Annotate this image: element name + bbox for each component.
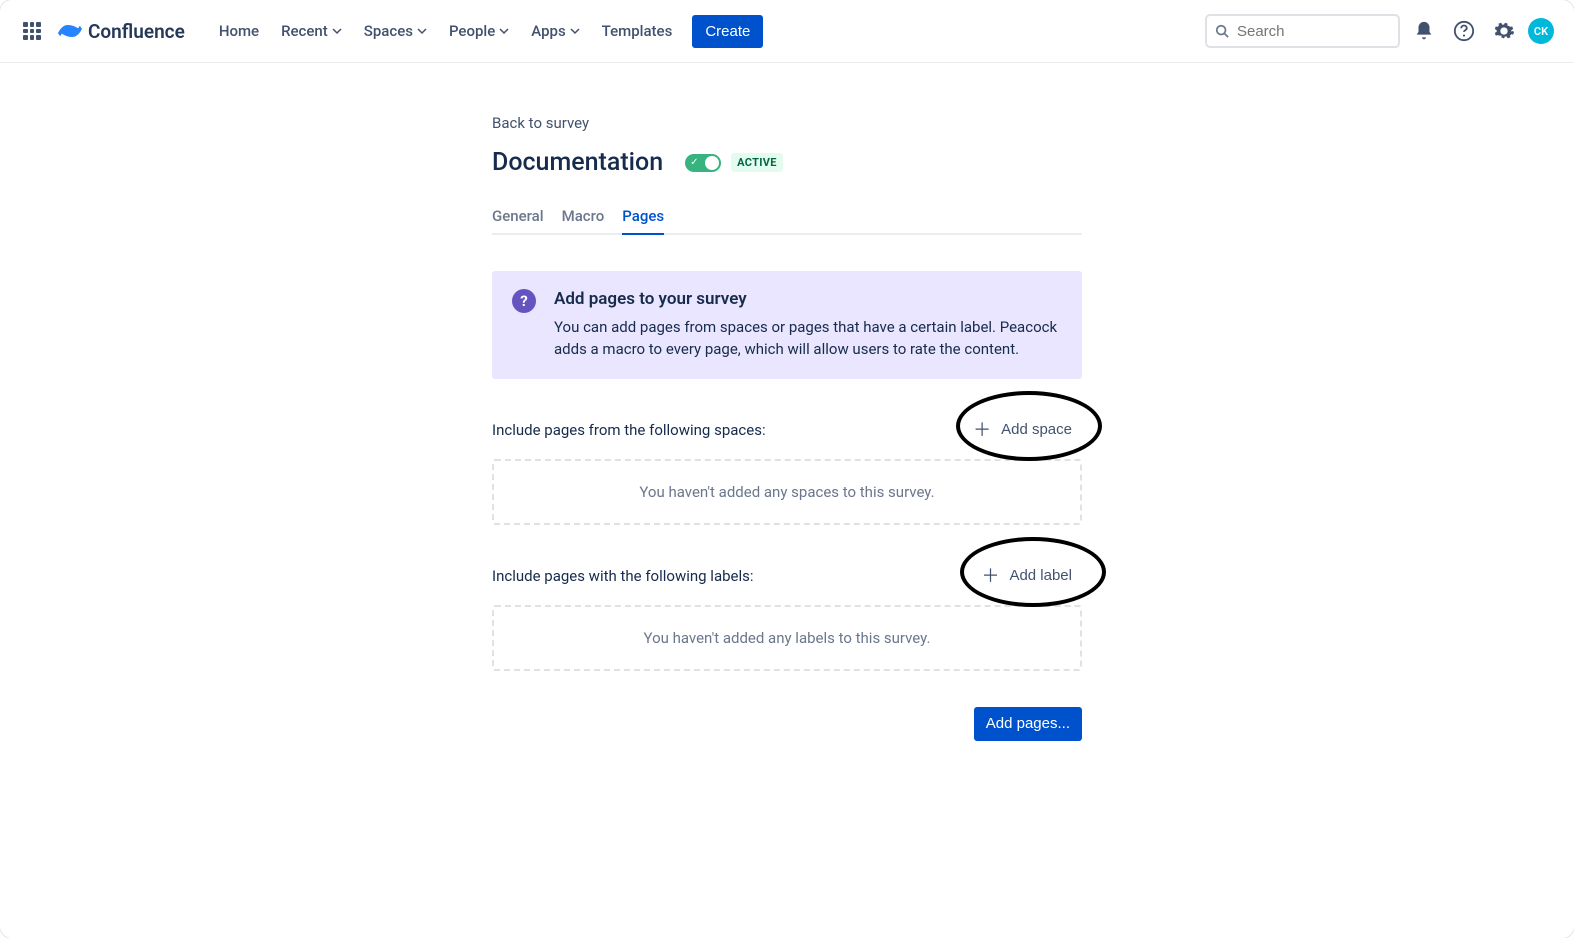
- spaces-empty: You haven't added any spaces to this sur…: [492, 459, 1082, 525]
- spaces-label: Include pages from the following spaces:: [492, 421, 766, 439]
- tab-general[interactable]: General: [492, 207, 544, 235]
- app-switcher-icon: [23, 22, 41, 40]
- tab-pages[interactable]: Pages: [622, 207, 664, 235]
- main-content: Back to survey Documentation ✓ ACTIVE Ge…: [492, 113, 1082, 741]
- info-body: You can add pages from spaces or pages t…: [554, 317, 1062, 361]
- status-badge: ACTIVE: [731, 153, 783, 172]
- check-icon: ✓: [690, 158, 698, 168]
- help-button[interactable]: [1448, 15, 1480, 47]
- bell-icon: [1413, 20, 1435, 42]
- info-content: Add pages to your survey You can add pag…: [554, 289, 1062, 361]
- labels-empty: You haven't added any labels to this sur…: [492, 605, 1082, 671]
- page-title: Documentation: [492, 148, 663, 177]
- add-space-label: Add space: [1001, 421, 1072, 438]
- avatar[interactable]: CK: [1528, 18, 1554, 44]
- plus-icon: ＋: [973, 421, 991, 439]
- confluence-icon: [58, 19, 82, 43]
- tab-macro[interactable]: Macro: [562, 207, 605, 235]
- search-input[interactable]: [1237, 23, 1390, 40]
- toggle-knob: [705, 156, 719, 170]
- labels-section: Include pages with the following labels:…: [492, 561, 1082, 671]
- topnav-left: Confluence Home Recent Spaces People App…: [16, 15, 763, 48]
- search-icon: [1215, 23, 1229, 39]
- notifications-button[interactable]: [1408, 15, 1440, 47]
- labels-header: Include pages with the following labels:…: [492, 561, 1082, 591]
- add-label-label: Add label: [1009, 567, 1072, 584]
- create-button[interactable]: Create: [692, 15, 763, 48]
- question-icon: ?: [512, 289, 536, 313]
- nav-items: Home Recent Spaces People Apps Templates…: [209, 15, 764, 48]
- topnav-right: CK: [1205, 14, 1554, 48]
- product-name: Confluence: [88, 20, 185, 43]
- tabs: General Macro Pages: [492, 207, 1082, 235]
- add-pages-button[interactable]: Add pages...: [974, 707, 1082, 741]
- active-toggle[interactable]: ✓: [685, 154, 721, 172]
- nav-spaces[interactable]: Spaces: [354, 15, 437, 47]
- spaces-section: Include pages from the following spaces:…: [492, 415, 1082, 525]
- actions-row: Add pages...: [492, 707, 1082, 741]
- add-space-button[interactable]: ＋ Add space: [963, 415, 1082, 445]
- help-icon: [1453, 20, 1475, 42]
- labels-label: Include pages with the following labels:: [492, 567, 754, 585]
- back-link[interactable]: Back to survey: [492, 114, 589, 132]
- nav-templates[interactable]: Templates: [592, 15, 683, 47]
- product-logo[interactable]: Confluence: [52, 19, 191, 43]
- top-navigation: Confluence Home Recent Spaces People App…: [0, 0, 1574, 63]
- info-title: Add pages to your survey: [554, 289, 1062, 309]
- gear-icon: [1493, 20, 1515, 42]
- search-box[interactable]: [1205, 14, 1400, 48]
- nav-apps[interactable]: Apps: [521, 15, 589, 47]
- chevron-down-icon: [570, 26, 580, 36]
- chevron-down-icon: [332, 26, 342, 36]
- chevron-down-icon: [417, 26, 427, 36]
- nav-people[interactable]: People: [439, 15, 519, 47]
- settings-button[interactable]: [1488, 15, 1520, 47]
- chevron-down-icon: [499, 26, 509, 36]
- plus-icon: ＋: [981, 567, 999, 585]
- info-panel: ? Add pages to your survey You can add p…: [492, 271, 1082, 379]
- nav-home[interactable]: Home: [209, 15, 269, 47]
- spaces-header: Include pages from the following spaces:…: [492, 415, 1082, 445]
- nav-recent[interactable]: Recent: [271, 15, 352, 47]
- app-switcher[interactable]: [16, 15, 48, 47]
- add-label-button[interactable]: ＋ Add label: [971, 561, 1082, 591]
- title-row: Documentation ✓ ACTIVE: [492, 148, 1082, 177]
